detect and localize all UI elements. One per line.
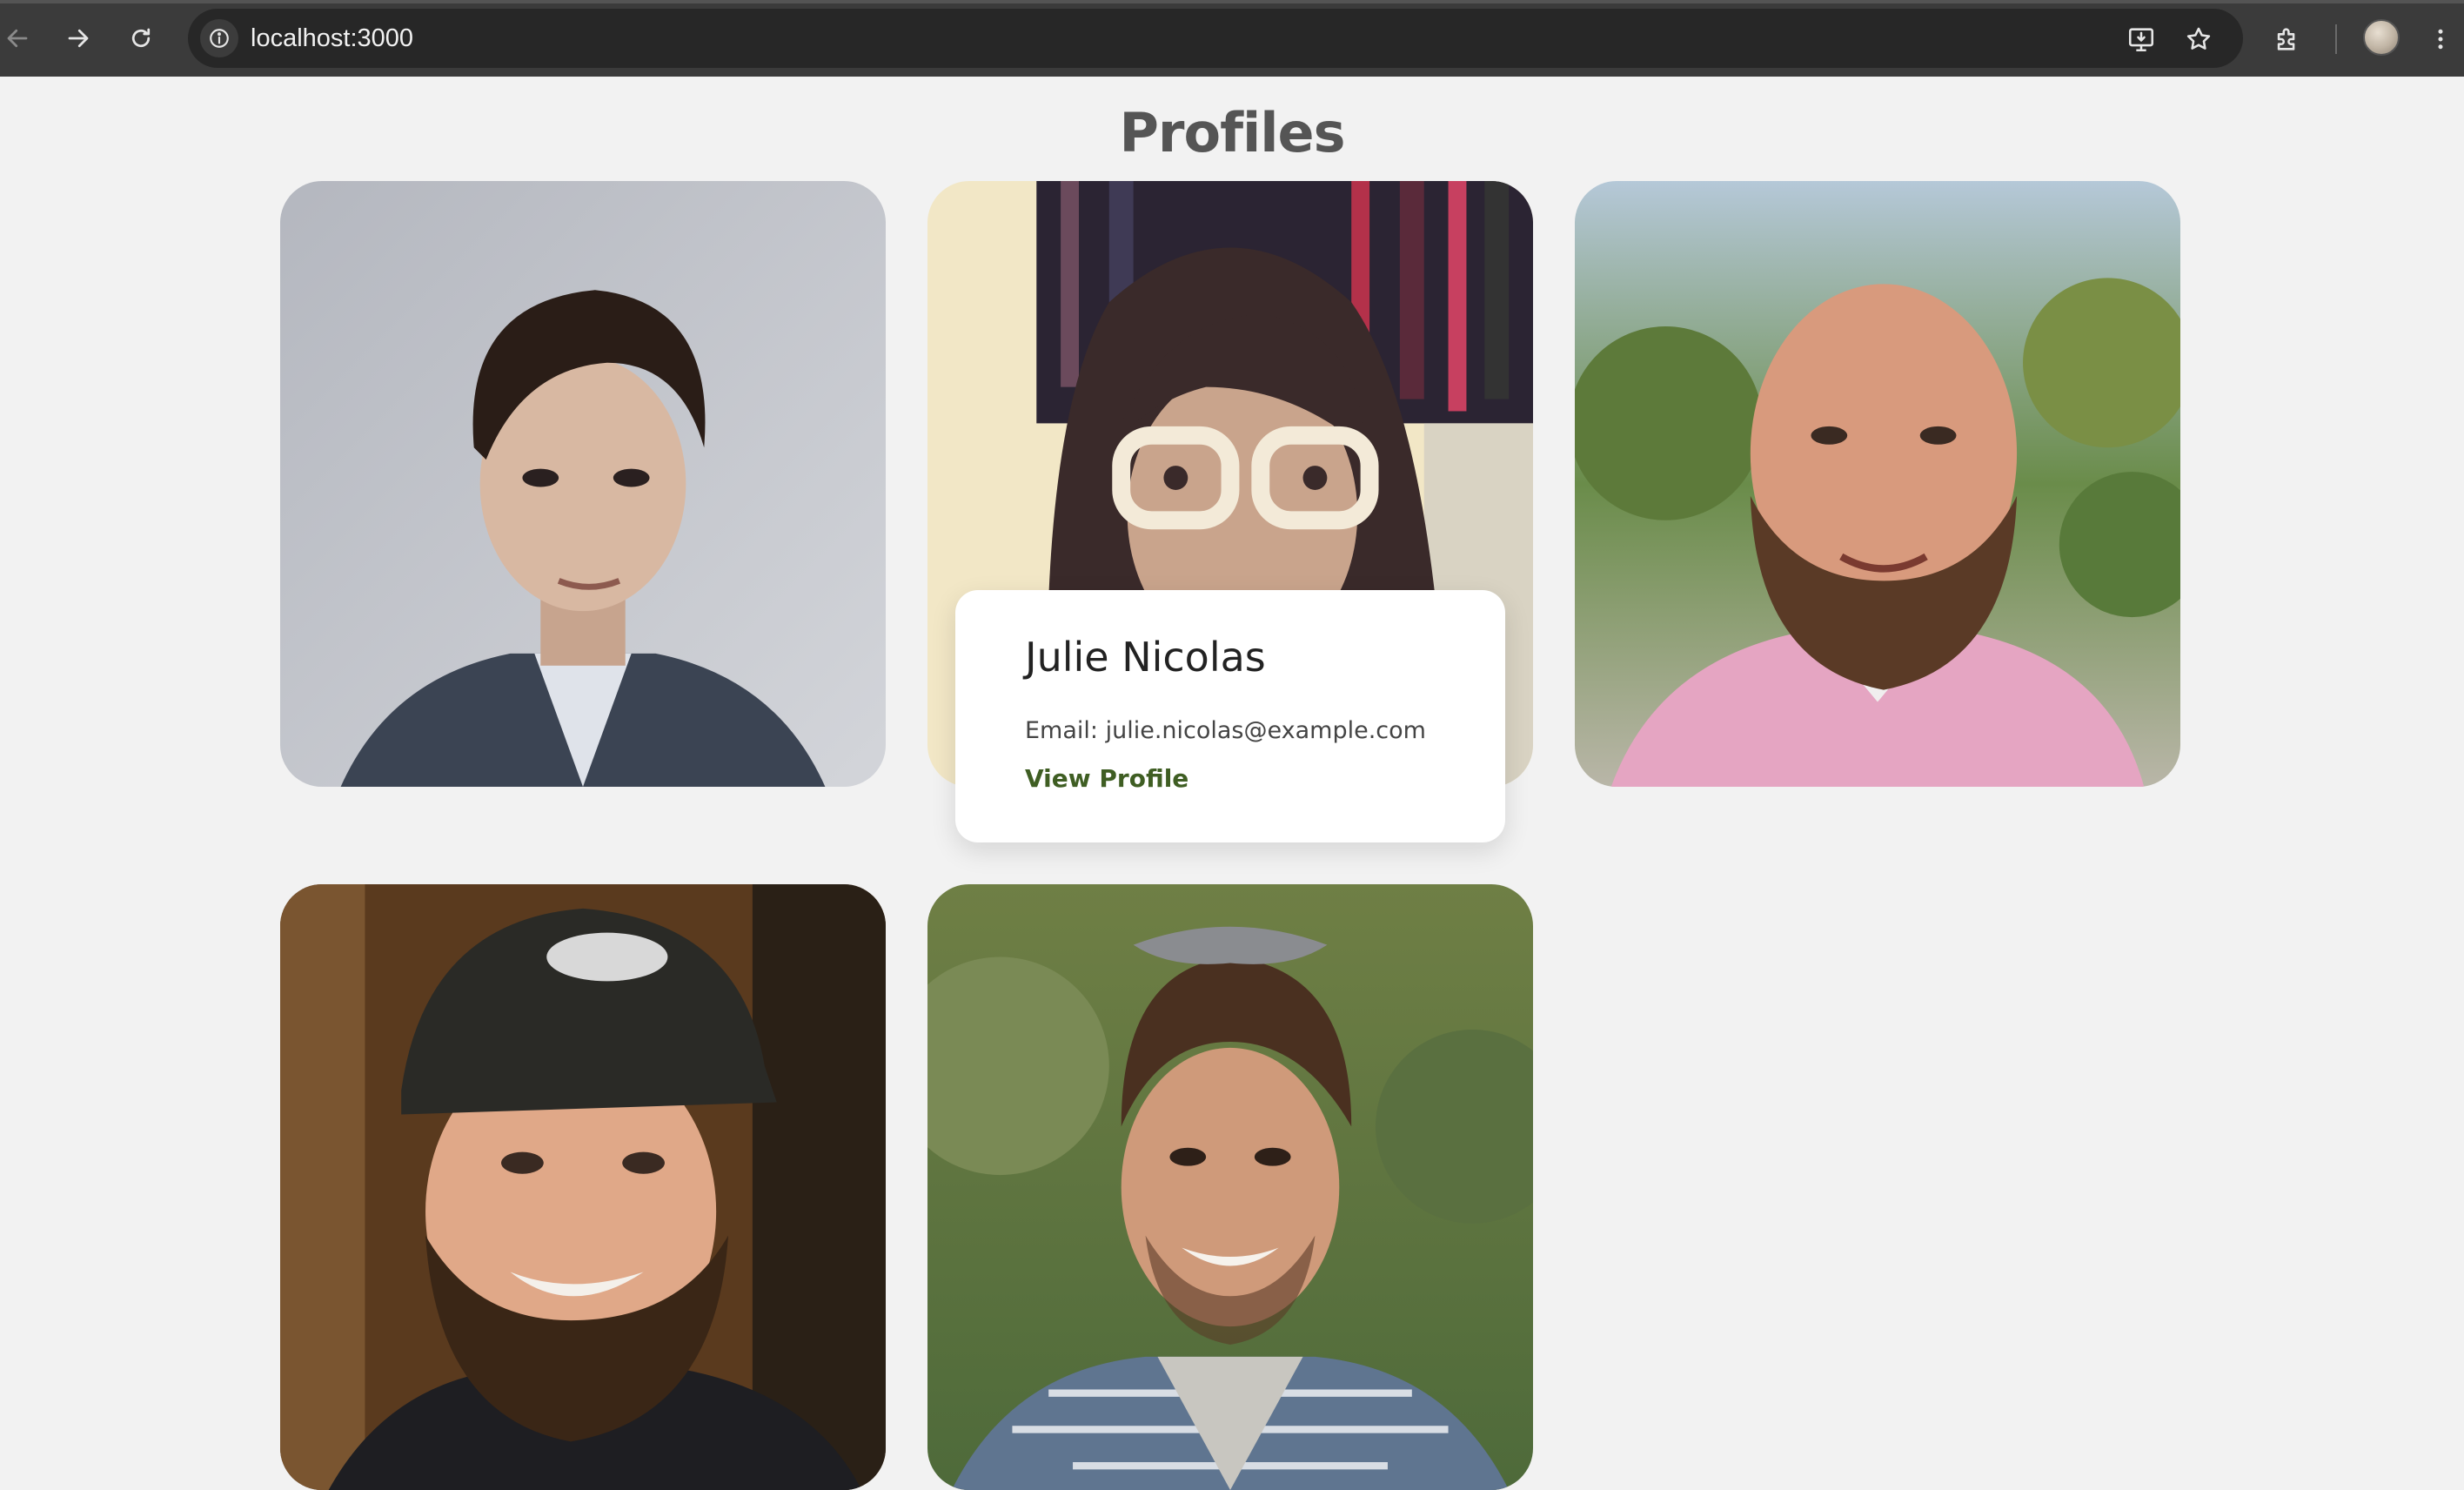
profile-email: Email: julie.nicolas@example.com xyxy=(1025,717,1426,744)
browser-toolbar: localhost:3000 xyxy=(0,0,2464,77)
install-app-icon[interactable] xyxy=(2125,23,2158,56)
profile-card-photo[interactable] xyxy=(927,884,1533,1490)
extensions-icon[interactable] xyxy=(2271,23,2304,56)
profile-card-photo[interactable] xyxy=(280,884,886,1490)
view-profile-link[interactable]: View Profile xyxy=(1025,764,1188,793)
more-menu-icon[interactable] xyxy=(2427,23,2454,56)
bookmark-star-icon[interactable] xyxy=(2182,23,2215,56)
address-bar[interactable]: localhost:3000 xyxy=(188,9,2243,68)
forward-arrow-icon[interactable] xyxy=(61,21,96,56)
url-text[interactable]: localhost:3000 xyxy=(251,9,413,68)
profile-hover-card: Julie Nicolas Email: julie.nicolas@examp… xyxy=(955,590,1505,842)
page-title: Profiles xyxy=(1119,101,1345,164)
toolbar-divider xyxy=(2335,24,2337,54)
back-arrow-icon[interactable] xyxy=(0,21,35,56)
profile-card-photo[interactable] xyxy=(280,181,886,787)
profile-avatar[interactable] xyxy=(2363,19,2400,56)
profile-card-photo[interactable] xyxy=(1575,181,2180,787)
site-info-icon[interactable] xyxy=(200,19,238,57)
reload-icon[interactable] xyxy=(124,21,158,56)
profile-name: Julie Nicolas xyxy=(1025,634,1266,681)
